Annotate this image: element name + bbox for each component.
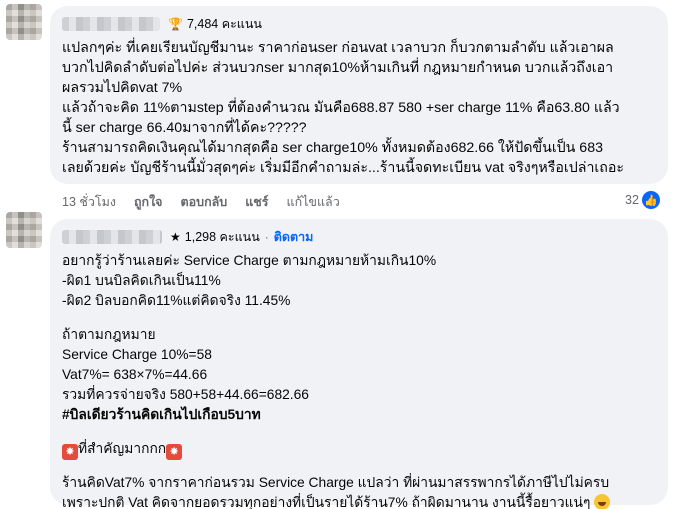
like-button[interactable]: ถูกใจ — [134, 192, 163, 212]
comment-text: อยากรู้ว่าร้านเลยค่ะ Service Charge ตามก… — [62, 251, 656, 509]
edited-label: แก้ไขแล้ว — [286, 195, 340, 209]
grinning-sweat-emoji-icon — [594, 494, 611, 509]
comment-text: แปลกๆค่ะ ที่เคยเรียนบัญชีมานะ ราคาก่อนse… — [62, 40, 624, 176]
thumbs-up-icon: 👍 — [641, 191, 660, 209]
comment-bubble: 🏆 7,484 คะแนน แปลกๆค่ะ ที่เคยเรียนบัญชีม… — [50, 6, 668, 184]
separator-dot: · — [264, 230, 269, 244]
points-badge: 1,298 คะแนน — [184, 230, 260, 244]
avatar[interactable] — [6, 4, 42, 40]
comment-header: ★ 1,298 คะแนน · ติดตาม — [62, 227, 656, 247]
comment-actions: 13 ชั่วโมง ถูกใจ ตอบกลับ แชร์ แก้ไขแล้ว — [62, 192, 358, 212]
reaction-summary[interactable]: 32 👍 — [625, 191, 660, 209]
anger-symbol-icon: ✸ — [62, 444, 78, 460]
hashtag[interactable]: #บิลเดียวร้านคิดเกินไปเกือบ5บาท — [62, 405, 656, 425]
reaction-count: 32 — [625, 193, 639, 207]
author-name-blurred[interactable] — [62, 230, 162, 244]
timestamp[interactable]: 13 ชั่วโมง — [62, 192, 116, 212]
points-badge: 7,484 คะแนน — [186, 17, 262, 31]
star-icon: ★ — [170, 230, 181, 244]
author-name-blurred[interactable] — [62, 17, 160, 31]
follow-button[interactable]: ติดตาม — [274, 227, 314, 247]
comment-bubble: ★ 1,298 คะแนน · ติดตาม อยากรู้ว่าร้านเลย… — [50, 219, 668, 509]
share-button[interactable]: แชร์ — [245, 192, 268, 212]
avatar[interactable] — [6, 212, 42, 248]
comment-header: 🏆 7,484 คะแนน — [62, 14, 656, 34]
trophy-icon: 🏆 — [168, 17, 183, 31]
reply-button[interactable]: ตอบกลับ — [181, 192, 228, 212]
anger-symbol-icon: ✸ — [166, 444, 183, 460]
